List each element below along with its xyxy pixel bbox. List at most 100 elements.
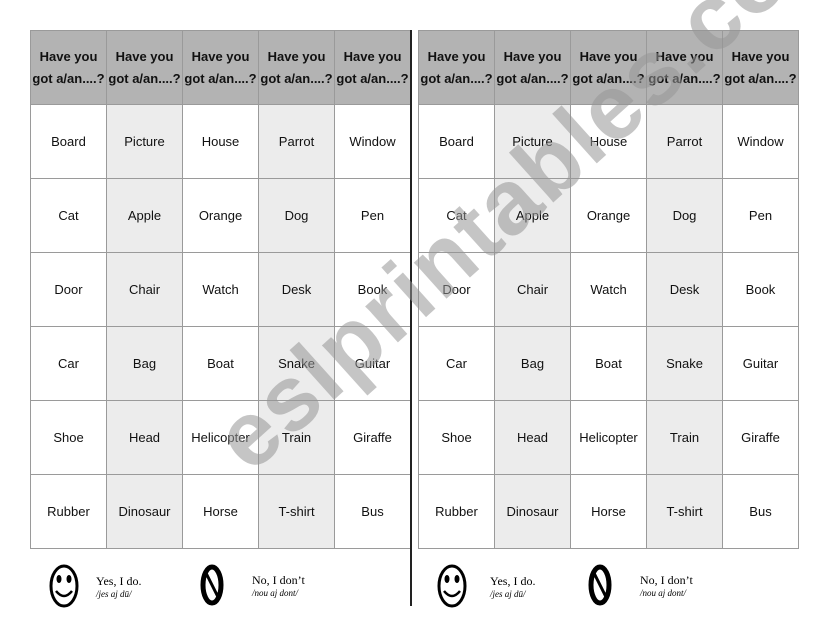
table-row: Board Picture House Parrot Window xyxy=(418,104,799,179)
table-row: Cat Apple Orange Dog Pen xyxy=(30,178,411,253)
table-row: Rubber Dinosaur Horse T-shirt Bus xyxy=(30,474,411,549)
header-row: Have you got a/an....? Have you got a/an...… xyxy=(418,30,799,105)
word-cell: Pen xyxy=(334,178,411,253)
table-row: Door Chair Watch Desk Book xyxy=(30,252,411,327)
word-cell: Helicopter xyxy=(570,400,647,475)
header-line: got a/an....? xyxy=(184,70,257,86)
word-cell: Dog xyxy=(258,178,335,253)
column-header: Have you got a/an....? xyxy=(258,30,335,105)
table-row: Shoe Head Helicopter Train Giraffe xyxy=(418,400,799,475)
table-row: Rubber Dinosaur Horse T-shirt Bus xyxy=(418,474,799,549)
word-cell: Parrot xyxy=(646,104,723,179)
no-phonetic: /nou aj dont/ xyxy=(640,587,687,598)
header-line: Have you xyxy=(427,48,486,64)
column-header: Have you got a/an....? xyxy=(418,30,495,105)
word-cell: T-shirt xyxy=(258,474,335,549)
word-cell: Giraffe xyxy=(722,400,799,475)
header-line: got a/an....? xyxy=(336,70,409,86)
legend-yes-right: Yes, I do./jes aj dū/ xyxy=(436,563,535,609)
word-cell: Chair xyxy=(494,252,571,327)
yes-text: Yes, I do. xyxy=(490,573,536,588)
word-cell: Parrot xyxy=(258,104,335,179)
header-row: Have you got a/an....? Have you got a/an...… xyxy=(30,30,411,105)
word-cell: Picture xyxy=(106,104,183,179)
word-cell: Car xyxy=(418,326,495,401)
legend-yes-left: Yes, I do./jes aj dū/ xyxy=(48,563,141,609)
word-cell: Pen xyxy=(722,178,799,253)
no-text: No, I don’t xyxy=(640,572,693,587)
header-line: Have you xyxy=(579,48,638,64)
word-cell: Guitar xyxy=(722,326,799,401)
word-cell: Chair xyxy=(106,252,183,327)
word-cell: Book xyxy=(722,252,799,327)
word-cell: Door xyxy=(418,252,495,327)
no-sign-icon xyxy=(200,564,224,606)
word-cell: Apple xyxy=(494,178,571,253)
header-line: got a/an....? xyxy=(108,70,181,86)
header-line: Have you xyxy=(731,48,790,64)
word-cell: Cat xyxy=(30,178,107,253)
no-sign-icon xyxy=(588,564,612,606)
column-header: Have you got a/an....? xyxy=(106,30,183,105)
word-cell: Rubber xyxy=(30,474,107,549)
word-cell: Rubber xyxy=(418,474,495,549)
word-cell: Head xyxy=(106,400,183,475)
header-line: got a/an....? xyxy=(572,70,645,86)
word-cell: Bag xyxy=(106,326,183,401)
word-cell: Dinosaur xyxy=(106,474,183,549)
no-phonetic: /nou aj dont/ xyxy=(252,587,299,598)
legend-no-left: No, I don’t/nou aj dont/ xyxy=(200,563,305,607)
yes-text: Yes, I do. xyxy=(96,573,142,588)
word-cell: Bag xyxy=(494,326,571,401)
table-row: Car Bag Boat Snake Guitar xyxy=(30,326,411,401)
no-text: No, I don’t xyxy=(252,572,305,587)
word-cell: Train xyxy=(646,400,723,475)
table-row: Board Picture House Parrot Window xyxy=(30,104,411,179)
word-cell: Desk xyxy=(258,252,335,327)
header-line: Have you xyxy=(115,48,174,64)
word-cell: Dog xyxy=(646,178,723,253)
word-cell: Window xyxy=(334,104,411,179)
column-header: Have you got a/an....? xyxy=(182,30,259,105)
word-cell: Orange xyxy=(570,178,647,253)
word-cell: Horse xyxy=(570,474,647,549)
header-line: Have you xyxy=(39,48,98,64)
yes-phonetic: /jes aj dū/ xyxy=(96,588,132,599)
column-header: Have you got a/an....? xyxy=(494,30,571,105)
word-cell: House xyxy=(182,104,259,179)
word-cell: Bus xyxy=(722,474,799,549)
word-cell: Picture xyxy=(494,104,571,179)
smiley-icon xyxy=(437,564,467,608)
word-cell: Snake xyxy=(258,326,335,401)
word-cell: Watch xyxy=(182,252,259,327)
header-line: got a/an....? xyxy=(724,70,797,86)
yes-phonetic: /jes aj dū/ xyxy=(490,588,526,599)
word-cell: Desk xyxy=(646,252,723,327)
column-header: Have you got a/an....? xyxy=(334,30,411,105)
column-header: Have you got a/an....? xyxy=(646,30,723,105)
word-cell: Giraffe xyxy=(334,400,411,475)
word-cell: Apple xyxy=(106,178,183,253)
word-cell: Shoe xyxy=(418,400,495,475)
word-cell: Train xyxy=(258,400,335,475)
word-cell: Dinosaur xyxy=(494,474,571,549)
bingo-card-right: Have you got a/an....? Have you got a/an...… xyxy=(418,30,799,549)
header-line: got a/an....? xyxy=(32,70,105,86)
word-cell: Door xyxy=(30,252,107,327)
word-cell: Window xyxy=(722,104,799,179)
word-cell: Boat xyxy=(570,326,647,401)
word-cell: Cat xyxy=(418,178,495,253)
word-cell: House xyxy=(570,104,647,179)
word-cell: Head xyxy=(494,400,571,475)
word-cell: Shoe xyxy=(30,400,107,475)
header-line: Have you xyxy=(503,48,562,64)
table-row: Car Bag Boat Snake Guitar xyxy=(418,326,799,401)
header-line: Have you xyxy=(655,48,714,64)
table-row: Cat Apple Orange Dog Pen xyxy=(418,178,799,253)
word-cell: T-shirt xyxy=(646,474,723,549)
table-row: Door Chair Watch Desk Book xyxy=(418,252,799,327)
header-line: Have you xyxy=(343,48,402,64)
word-cell: Orange xyxy=(182,178,259,253)
word-cell: Board xyxy=(30,104,107,179)
header-line: Have you xyxy=(191,48,250,64)
